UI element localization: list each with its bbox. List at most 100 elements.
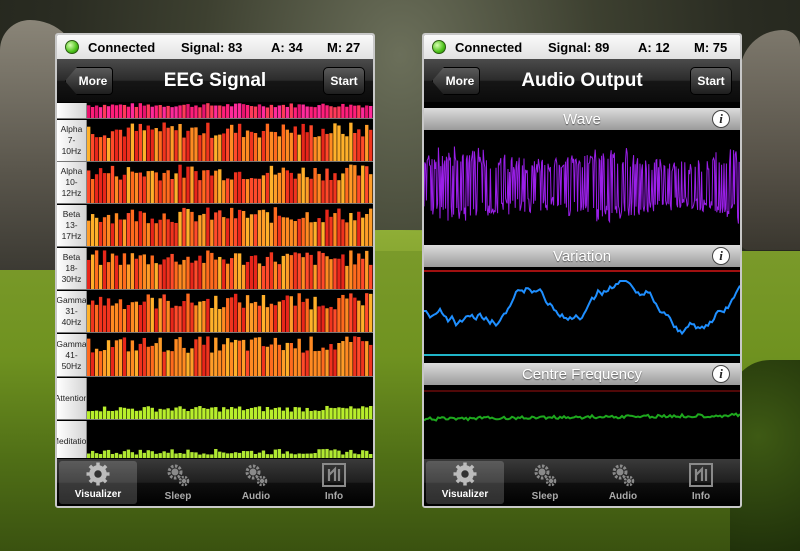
eeg-bar bbox=[253, 407, 258, 419]
eeg-bar bbox=[369, 129, 373, 161]
eeg-bar bbox=[102, 305, 107, 332]
eeg-bar bbox=[166, 350, 170, 376]
eeg-bar bbox=[349, 250, 353, 289]
eeg-bar bbox=[253, 301, 258, 332]
eeg-bar bbox=[349, 213, 353, 246]
eeg-bar bbox=[174, 339, 178, 376]
eeg-bar bbox=[249, 106, 254, 118]
eeg-bar bbox=[186, 293, 190, 332]
eeg-bar bbox=[98, 411, 103, 419]
eeg-bar bbox=[106, 214, 111, 246]
eeg-bar bbox=[130, 253, 135, 289]
eeg-bar bbox=[102, 406, 107, 419]
centre-frequency-info-icon[interactable]: i bbox=[712, 365, 730, 383]
eeg-bar bbox=[214, 337, 218, 376]
eeg-bar bbox=[361, 165, 365, 203]
eeg-bar bbox=[110, 131, 115, 161]
tab-audio[interactable]: Audio bbox=[217, 459, 295, 506]
eeg-bar bbox=[281, 167, 286, 203]
more-button[interactable]: More bbox=[432, 67, 480, 95]
eeg-bar bbox=[198, 301, 202, 332]
eeg-bar bbox=[122, 253, 127, 289]
tab-visualizer[interactable]: Visualizer bbox=[426, 461, 504, 504]
tab-audio[interactable]: Audio bbox=[584, 459, 662, 506]
eeg-bar bbox=[158, 131, 162, 161]
eeg-bar bbox=[337, 407, 341, 419]
start-button[interactable]: Start bbox=[690, 67, 732, 95]
tab-info[interactable]: Info bbox=[295, 459, 373, 506]
eeg-bar bbox=[345, 222, 349, 246]
eeg-bar bbox=[186, 166, 190, 203]
eeg-bar bbox=[226, 298, 230, 332]
eeg-bar bbox=[190, 262, 194, 289]
more-button[interactable]: More bbox=[65, 67, 113, 95]
eeg-bar bbox=[297, 134, 301, 161]
eeg-bar bbox=[178, 264, 182, 289]
eeg-signal-screen: Connected Signal: 83 A: 34 M: 27 More EE… bbox=[55, 33, 375, 508]
eeg-bar bbox=[301, 104, 305, 118]
eeg-bar bbox=[134, 221, 139, 246]
wave-info-icon[interactable]: i bbox=[712, 110, 730, 128]
eeg-bar bbox=[202, 133, 206, 161]
eeg-bar bbox=[245, 350, 250, 376]
eeg-bar bbox=[277, 344, 282, 376]
eeg-bar bbox=[233, 132, 238, 161]
connection-status: Connected bbox=[455, 39, 523, 55]
eeg-bar bbox=[321, 347, 325, 376]
eeg-bar bbox=[237, 340, 242, 376]
eeg-bar bbox=[321, 222, 325, 246]
eeg-bar bbox=[353, 297, 357, 332]
eeg-bar bbox=[170, 307, 174, 332]
page-title: Audio Output bbox=[521, 69, 643, 91]
eeg-bar bbox=[218, 256, 222, 289]
tab-info[interactable]: Info bbox=[662, 459, 740, 506]
eeg-bar bbox=[114, 303, 119, 332]
eeg-bar bbox=[289, 172, 293, 203]
eeg-bar bbox=[126, 408, 131, 419]
centre-frequency-plot bbox=[424, 390, 740, 422]
tab-sleep[interactable]: Sleep bbox=[139, 459, 217, 506]
eeg-bar bbox=[293, 221, 297, 246]
tab-sleep[interactable]: Sleep bbox=[506, 459, 584, 506]
eeg-bar-graph bbox=[87, 164, 373, 203]
eeg-bar bbox=[365, 341, 369, 376]
eeg-bar bbox=[325, 209, 329, 246]
eeg-bar bbox=[178, 337, 182, 376]
eeg-bar bbox=[337, 106, 341, 118]
eeg-band-visualizer: Alpha 7-10Hz Alpha 10-12Hz Beta 13-17Hz Bet… bbox=[57, 103, 373, 463]
eeg-bar bbox=[126, 127, 131, 161]
eeg-bar bbox=[230, 179, 234, 203]
eeg-bar bbox=[269, 165, 274, 203]
variation-info-icon[interactable]: i bbox=[712, 247, 730, 265]
eeg-bar bbox=[98, 137, 103, 161]
tab-visualizer[interactable]: Visualizer bbox=[59, 461, 137, 504]
eeg-bar bbox=[277, 172, 282, 203]
eeg-bar bbox=[269, 222, 274, 246]
eeg-bar bbox=[98, 296, 103, 332]
eeg-bar bbox=[281, 104, 286, 118]
eeg-bar bbox=[122, 136, 127, 161]
eeg-bar bbox=[289, 411, 293, 419]
eeg-bar bbox=[90, 352, 95, 376]
tab-label: Audio bbox=[608, 491, 638, 502]
eeg-bar bbox=[194, 339, 198, 376]
eeg-bar bbox=[94, 137, 99, 161]
eeg-bar bbox=[337, 180, 341, 203]
eeg-bar bbox=[313, 264, 317, 289]
eeg-band-label: Beta 13-17Hz bbox=[57, 205, 87, 246]
eeg-bar bbox=[126, 304, 131, 332]
start-button[interactable]: Start bbox=[323, 67, 365, 95]
eeg-bar bbox=[261, 411, 266, 419]
eeg-bar bbox=[194, 260, 198, 289]
eeg-bar bbox=[305, 298, 309, 332]
eeg-band-bars bbox=[87, 103, 373, 118]
eeg-bar bbox=[361, 341, 365, 376]
eeg-bar bbox=[130, 123, 135, 161]
eeg-bar bbox=[237, 171, 242, 203]
eeg-band-row: Beta 18-30Hz bbox=[57, 248, 373, 290]
eeg-bar bbox=[293, 305, 297, 332]
eeg-bar bbox=[166, 408, 170, 419]
eeg-bar bbox=[325, 168, 329, 203]
eeg-bar bbox=[158, 337, 162, 376]
eeg-bar bbox=[170, 221, 174, 246]
